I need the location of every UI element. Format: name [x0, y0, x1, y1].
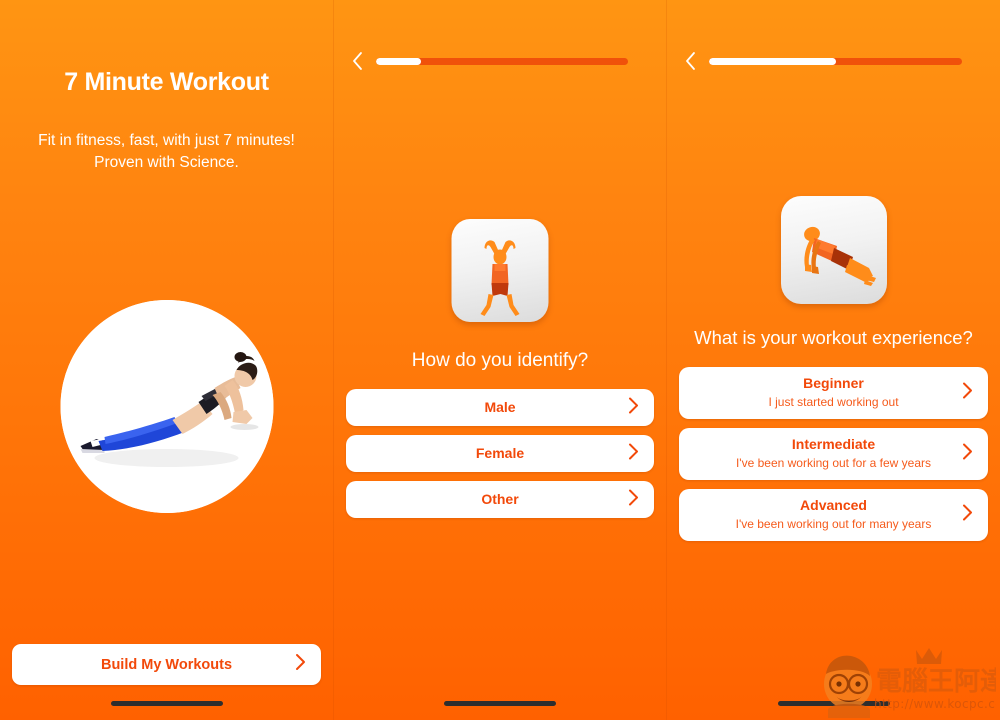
experience-option-beginner[interactable]: Beginner I just started working out — [679, 367, 988, 419]
option-label: Advanced — [800, 497, 867, 514]
chevron-left-icon[interactable] — [344, 48, 370, 74]
chevron-left-icon[interactable] — [677, 48, 703, 74]
progress-fill — [376, 57, 422, 65]
experience-option-advanced[interactable]: Advanced I've been working out for many y… — [679, 489, 988, 541]
hero-image-circle — [60, 300, 273, 513]
screen-identity: How do you identify? Male Female Other — [333, 0, 667, 720]
chevron-right-icon — [295, 653, 307, 676]
jumping-jack-icon — [451, 219, 549, 322]
option-description: I've been working out for many years — [735, 516, 932, 531]
option-label: Male — [484, 398, 516, 415]
identity-option-other[interactable]: Other — [346, 481, 654, 518]
option-label: Intermediate — [791, 436, 876, 453]
option-description: I just started working out — [768, 394, 899, 409]
chevron-right-icon — [628, 442, 640, 465]
page-subtitle: Fit in fitness, fast, with just 7 minute… — [0, 130, 333, 175]
option-label: Female — [475, 444, 525, 461]
home-indicator — [444, 701, 556, 706]
experience-option-intermediate[interactable]: Intermediate I've been working out for a … — [679, 428, 988, 480]
onboarding-progress-bar — [709, 57, 962, 65]
page-subtitle-line: Fit in fitness, fast, with just 7 minute… — [38, 132, 295, 149]
option-label: Beginner — [803, 375, 864, 392]
option-description: I've been working out for a few years — [735, 455, 932, 470]
onboarding-progress-bar — [376, 57, 628, 65]
experience-options-list: Beginner I just started working out Interm… — [679, 367, 988, 550]
experience-heading: What is your workout experience? — [694, 327, 973, 348]
home-indicator — [110, 701, 223, 706]
chevron-right-icon — [628, 396, 640, 419]
identity-heading: How do you identify? — [411, 350, 589, 371]
build-my-workouts-button[interactable]: Build My Workouts — [12, 644, 321, 685]
experience-topbar — [667, 48, 1000, 74]
build-workouts-wrap: Build My Workouts — [12, 644, 321, 685]
page-title: 7 Minute Workout — [64, 68, 269, 96]
push-up-icon — [780, 196, 887, 304]
option-label: Other — [481, 490, 519, 507]
screenshot-strip: 7 Minute Workout Fit in fitness, fast, w… — [0, 0, 1000, 720]
page-subtitle-line: Proven with Science. — [94, 154, 239, 172]
progress-fill — [709, 57, 836, 65]
screen-experience: What is your workout experience? Beginne… — [667, 0, 1000, 720]
identity-topbar — [334, 48, 666, 74]
chevron-right-icon — [962, 382, 974, 405]
woman-plank-photo-icon — [60, 300, 273, 513]
screen-welcome: 7 Minute Workout Fit in fitness, fast, w… — [0, 0, 333, 720]
identity-options-list: Male Female Other — [346, 389, 654, 527]
build-my-workouts-label: Build My Workouts — [100, 656, 233, 673]
chevron-right-icon — [962, 504, 974, 527]
identity-option-male[interactable]: Male — [346, 389, 654, 426]
chevron-right-icon — [962, 443, 974, 466]
home-indicator — [777, 701, 890, 706]
identity-option-female[interactable]: Female — [346, 435, 654, 472]
chevron-right-icon — [628, 488, 640, 511]
